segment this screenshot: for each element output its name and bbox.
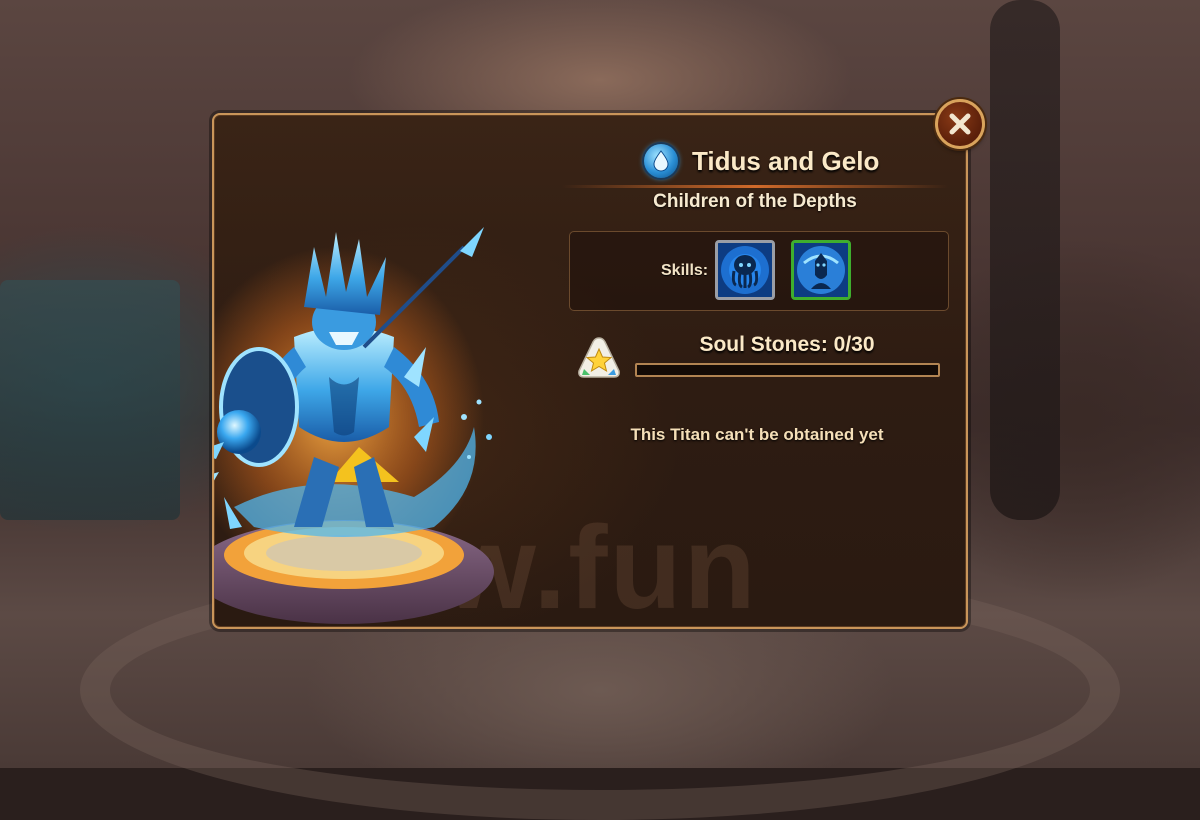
water-guardian-skill-icon[interactable]: [791, 240, 851, 300]
soul-stones-label: Soul Stones: 0/30: [699, 333, 875, 356]
titan-portrait: [214, 227, 494, 624]
obtain-status-text: This Titan can't be obtained yet: [630, 425, 884, 444]
skills-label: Skills:: [661, 262, 709, 279]
background-tree: [990, 0, 1060, 520]
skills-panel: Skills:: [569, 231, 949, 311]
titan-info-dialog: w.fun Tidus and Gelo Children of the Dep…: [212, 113, 968, 629]
octopus-skill-icon[interactable]: [715, 240, 775, 300]
close-icon: [949, 113, 971, 135]
titan-subtitle: Children of the Depths: [653, 191, 857, 212]
titan-name: Tidus and Gelo: [692, 145, 880, 176]
soul-stones-progress-bar: [635, 363, 940, 377]
background-house: [0, 280, 180, 520]
close-button[interactable]: [935, 99, 985, 149]
title-divider: [562, 185, 948, 188]
star-soul-stone-icon: [578, 337, 620, 378]
title-row: Tidus and Gelo: [644, 141, 879, 181]
water-drop-icon: [644, 144, 678, 178]
